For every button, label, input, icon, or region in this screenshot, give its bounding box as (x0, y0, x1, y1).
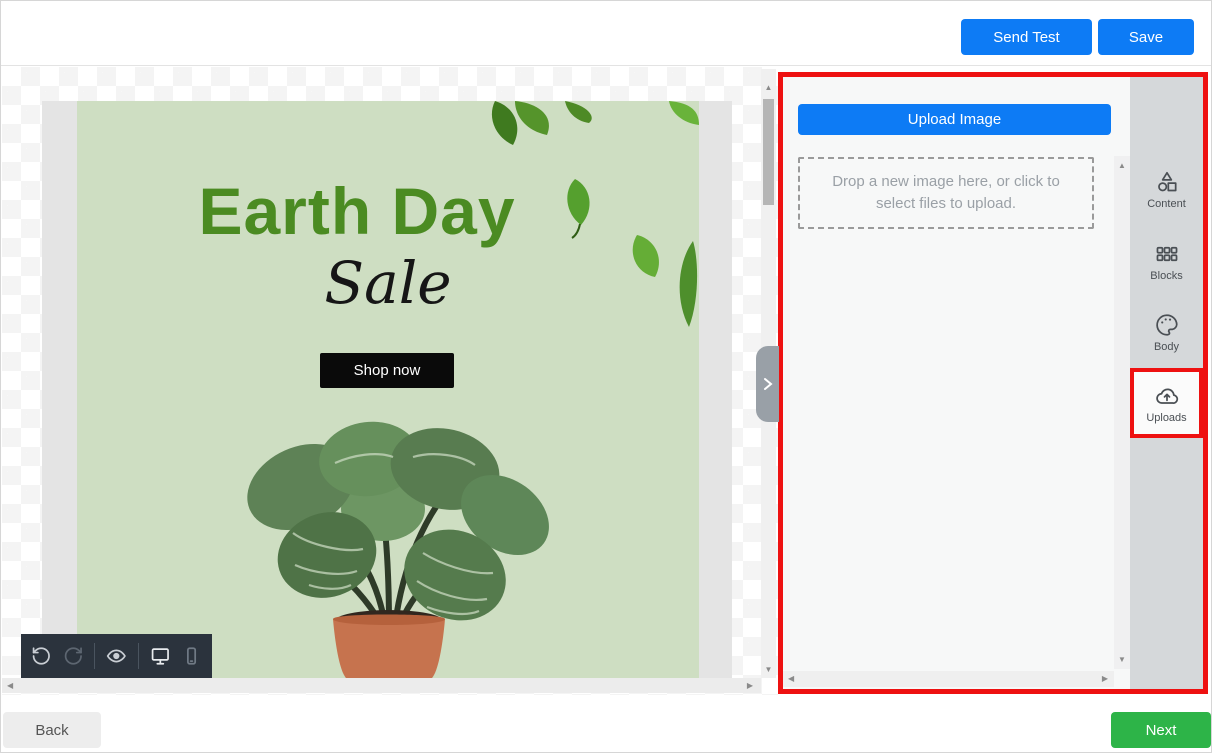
grid-blocks-icon (1154, 241, 1180, 267)
email-canvas[interactable]: Earth Day Sale Shop now (2, 67, 778, 695)
sidebar-item-label: Blocks (1150, 270, 1182, 282)
desktop-view-icon[interactable] (150, 645, 171, 667)
toolbar-divider (94, 643, 95, 669)
undo-icon[interactable] (31, 645, 52, 667)
uploads-panel: Upload Image Drop a new image here, or c… (778, 72, 1208, 694)
upload-image-button[interactable]: Upload Image (798, 104, 1111, 135)
scroll-down-arrow-icon[interactable]: ▼ (1114, 655, 1130, 664)
scroll-right-arrow-icon[interactable]: ▶ (1102, 674, 1108, 683)
scroll-up-arrow-icon[interactable]: ▲ (761, 83, 776, 92)
wizard-footer: Back Next (1, 695, 1211, 753)
email-builder-window: Send Test Save Earth (0, 0, 1212, 753)
sidebar-item-body[interactable]: Body (1130, 299, 1203, 365)
scroll-up-arrow-icon[interactable]: ▲ (1114, 161, 1130, 170)
banner-subheadline[interactable]: Sale (77, 249, 699, 317)
panel-horizontal-scrollbar[interactable]: ◀ ▶ (783, 671, 1114, 687)
panel-vertical-scrollbar[interactable]: ▲ ▼ (1114, 156, 1130, 669)
earth-day-banner-block[interactable]: Earth Day Sale Shop now (77, 101, 699, 679)
sidebar-item-content[interactable]: Content (1130, 156, 1203, 222)
sidebar-item-label: Content (1147, 198, 1186, 210)
dropzone-text: Drop a new image here, or click to selec… (826, 171, 1066, 216)
scroll-right-arrow-icon[interactable]: ▶ (747, 681, 753, 690)
palette-icon (1154, 312, 1180, 338)
toolbar-divider (138, 643, 139, 669)
vertical-scroll-thumb[interactable] (763, 99, 774, 205)
plant-image[interactable] (217, 413, 557, 679)
panel-collapse-handle[interactable] (756, 346, 779, 422)
image-dropzone[interactable]: Drop a new image here, or click to selec… (798, 157, 1094, 229)
sidebar-item-blocks[interactable]: Blocks (1130, 228, 1203, 294)
mobile-view-icon[interactable] (181, 645, 202, 667)
sidebar-item-uploads[interactable]: Uploads (1130, 368, 1203, 438)
scroll-down-arrow-icon[interactable]: ▼ (761, 665, 776, 674)
next-button[interactable]: Next (1111, 712, 1211, 748)
cloud-upload-icon (1154, 383, 1180, 409)
preview-toolbar (21, 634, 212, 678)
editor-sidebar: Content Blocks Body (1130, 77, 1203, 689)
shapes-icon (1154, 169, 1180, 195)
chevron-right-icon (762, 377, 774, 391)
shop-now-button[interactable]: Shop now (320, 353, 454, 388)
scroll-left-arrow-icon[interactable]: ◀ (7, 681, 13, 690)
sidebar-item-label: Uploads (1146, 412, 1186, 424)
save-button[interactable]: Save (1098, 19, 1194, 55)
preview-eye-icon[interactable] (106, 645, 127, 667)
redo-icon[interactable] (63, 645, 84, 667)
back-button[interactable]: Back (3, 712, 101, 748)
sidebar-item-label: Body (1154, 341, 1179, 353)
canvas-horizontal-scrollbar[interactable]: ◀ ▶ (2, 678, 761, 693)
uploads-panel-body: Upload Image Drop a new image here, or c… (783, 77, 1130, 689)
send-test-button[interactable]: Send Test (961, 19, 1092, 55)
scroll-left-arrow-icon[interactable]: ◀ (788, 674, 794, 683)
top-toolbar: Send Test Save (1, 1, 1211, 66)
email-preview-card[interactable]: Earth Day Sale Shop now (42, 101, 732, 679)
banner-headline[interactable]: Earth Day (77, 173, 637, 249)
